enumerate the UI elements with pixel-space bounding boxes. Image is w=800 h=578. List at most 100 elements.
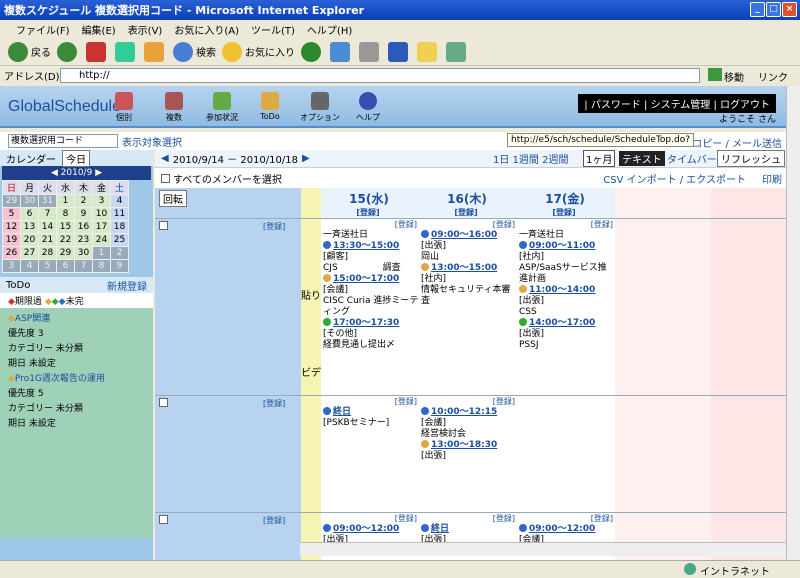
mail-button[interactable] (330, 41, 353, 62)
event-time-link[interactable]: 13:00～15:00 (431, 263, 497, 273)
nav-multiple[interactable]: 複数 (148, 92, 200, 123)
calendar-day[interactable]: 29 (56, 246, 75, 260)
nav-help[interactable]: ヘルプ (342, 92, 394, 123)
text-view-button[interactable]: テキスト (619, 151, 665, 166)
calendar-day[interactable]: 14 (38, 220, 57, 234)
close-button[interactable]: × (782, 2, 797, 17)
member-checkbox[interactable] (159, 398, 168, 407)
calendar-day[interactable]: 1 (56, 194, 75, 208)
code-select[interactable]: 複数選択用コード (8, 134, 118, 148)
nav-participation[interactable]: 参加状況 (196, 92, 248, 123)
display-target-link[interactable]: 表示対象選択 (122, 134, 182, 149)
calendar-day[interactable]: 24 (92, 233, 111, 247)
calendar-day[interactable]: 28 (38, 246, 57, 260)
calendar-day[interactable]: 19 (2, 233, 21, 247)
todo-item[interactable]: ◆ASP関連 (0, 310, 153, 325)
event-time-link[interactable]: 17:00～17:30 (333, 318, 399, 328)
view-links[interactable]: 1日 1週間 2週間 (493, 151, 568, 166)
calendar-day[interactable]: 15 (56, 220, 75, 234)
next-week-icon[interactable]: ▶ (302, 153, 310, 164)
calendar-day[interactable]: 4 (110, 194, 129, 208)
calendar-day[interactable]: 17 (92, 220, 111, 234)
event-time-link[interactable]: 11:00～14:00 (529, 285, 595, 295)
calendar-day[interactable]: 8 (56, 207, 75, 221)
go-button[interactable]: 移動 (724, 69, 744, 84)
todo-item[interactable]: ◆Pro1G週次報告の運用 (0, 370, 153, 385)
register-link[interactable]: [登録] (263, 398, 287, 409)
search-button[interactable]: 検索 (173, 41, 216, 62)
event-time-link[interactable]: 14:00～17:00 (529, 318, 595, 328)
calendar-day[interactable]: 26 (2, 246, 21, 260)
calendar-day[interactable]: 27 (20, 246, 39, 260)
calendar-day[interactable]: 5 (38, 259, 57, 273)
register-link[interactable]: [登録] (263, 221, 287, 232)
calendar-day[interactable]: 5 (2, 207, 21, 221)
calendar-day[interactable]: 9 (110, 259, 129, 273)
prev-week-icon[interactable]: ◀ (161, 153, 169, 164)
calendar-day[interactable]: 12 (2, 220, 21, 234)
rotate-button[interactable]: 回転 (159, 190, 187, 207)
csv-link[interactable]: CSV インポート / エクスポート (603, 171, 746, 186)
calendar-day[interactable]: 9 (74, 207, 93, 221)
register-link[interactable]: [登録] (421, 219, 517, 230)
event-time-link[interactable]: 09:00～16:00 (431, 230, 497, 240)
event-time-link[interactable]: 09:00～12:00 (529, 524, 595, 534)
timebar-link[interactable]: タイムバー (667, 151, 717, 166)
register-link[interactable]: [登録] (323, 396, 419, 407)
back-button[interactable]: 戻る (8, 41, 51, 62)
register-link[interactable]: [登録] (323, 513, 419, 524)
calendar-day[interactable]: 16 (74, 220, 93, 234)
register-link[interactable]: [登録] (263, 515, 287, 526)
nav-options[interactable]: オプション (294, 92, 346, 123)
today-button[interactable]: 今日 (62, 149, 90, 167)
favorites-button[interactable]: お気に入り (222, 41, 295, 62)
calendar-day[interactable]: 4 (20, 259, 39, 273)
event-time-link[interactable]: 終日 (431, 524, 449, 534)
calendar-day[interactable]: 7 (38, 207, 57, 221)
calendar-day[interactable]: 31 (38, 194, 57, 208)
event-time-link[interactable]: 13:00～18:30 (431, 440, 497, 450)
schedule-url[interactable]: http://e5/sch/schedule/ScheduleTop.do? (506, 133, 694, 147)
register-link[interactable]: [登録] (421, 513, 517, 524)
calendar-day[interactable]: 18 (110, 220, 129, 234)
calendar-day[interactable]: 6 (56, 259, 75, 273)
menu-view[interactable]: 表示(V) (128, 22, 163, 37)
history-button[interactable] (301, 41, 324, 62)
print-button[interactable] (359, 41, 382, 62)
vertical-scrollbar[interactable] (786, 86, 800, 560)
calendar-day[interactable]: 30 (74, 246, 93, 260)
calendar-day[interactable]: 3 (92, 194, 111, 208)
home-button[interactable] (144, 41, 167, 62)
day-header[interactable]: 16(木) [登録] (419, 190, 515, 218)
calendar-day[interactable]: 6 (20, 207, 39, 221)
horizontal-scrollbar[interactable] (300, 542, 786, 556)
month-view-button[interactable]: 1ヶ月 (583, 150, 616, 167)
register-link[interactable]: [登録] (517, 207, 613, 218)
address-input[interactable]: http:// (60, 68, 700, 83)
calendar-day[interactable]: 10 (92, 207, 111, 221)
calendar-day[interactable]: 11 (110, 207, 129, 221)
calendar-day[interactable]: 20 (20, 233, 39, 247)
calendar-day[interactable]: 3 (2, 259, 21, 273)
messenger-button[interactable] (446, 41, 469, 62)
register-link[interactable]: [登録] (321, 207, 417, 218)
edit-button[interactable] (388, 41, 411, 62)
refresh-button[interactable] (115, 41, 138, 62)
maximize-button[interactable]: □ (766, 2, 781, 17)
print-link[interactable]: 印刷 (762, 171, 782, 186)
stop-button[interactable] (86, 41, 109, 62)
copy-mail-link[interactable]: コピー / メール送信 (692, 135, 782, 150)
minimize-button[interactable]: _ (750, 2, 765, 17)
menu-tools[interactable]: ツール(T) (251, 22, 295, 37)
top-links[interactable]: | パスワード | システム管理 | ログアウト (578, 94, 776, 113)
menu-favorites[interactable]: お気に入り(A) (174, 22, 239, 37)
menu-file[interactable]: ファイル(F) (16, 22, 70, 37)
event-time-link[interactable]: 09:00～11:00 (529, 241, 595, 251)
event-time-link[interactable]: 13:30～15:00 (333, 241, 399, 251)
day-header[interactable]: 17(金) [登録] (517, 190, 613, 218)
calendar-day[interactable]: 2 (110, 246, 129, 260)
calendar-day[interactable]: 2 (74, 194, 93, 208)
calendar-day[interactable]: 29 (2, 194, 21, 208)
register-link[interactable]: [登録] (323, 219, 419, 230)
event-time-link[interactable]: 15:00～17:00 (333, 274, 399, 284)
